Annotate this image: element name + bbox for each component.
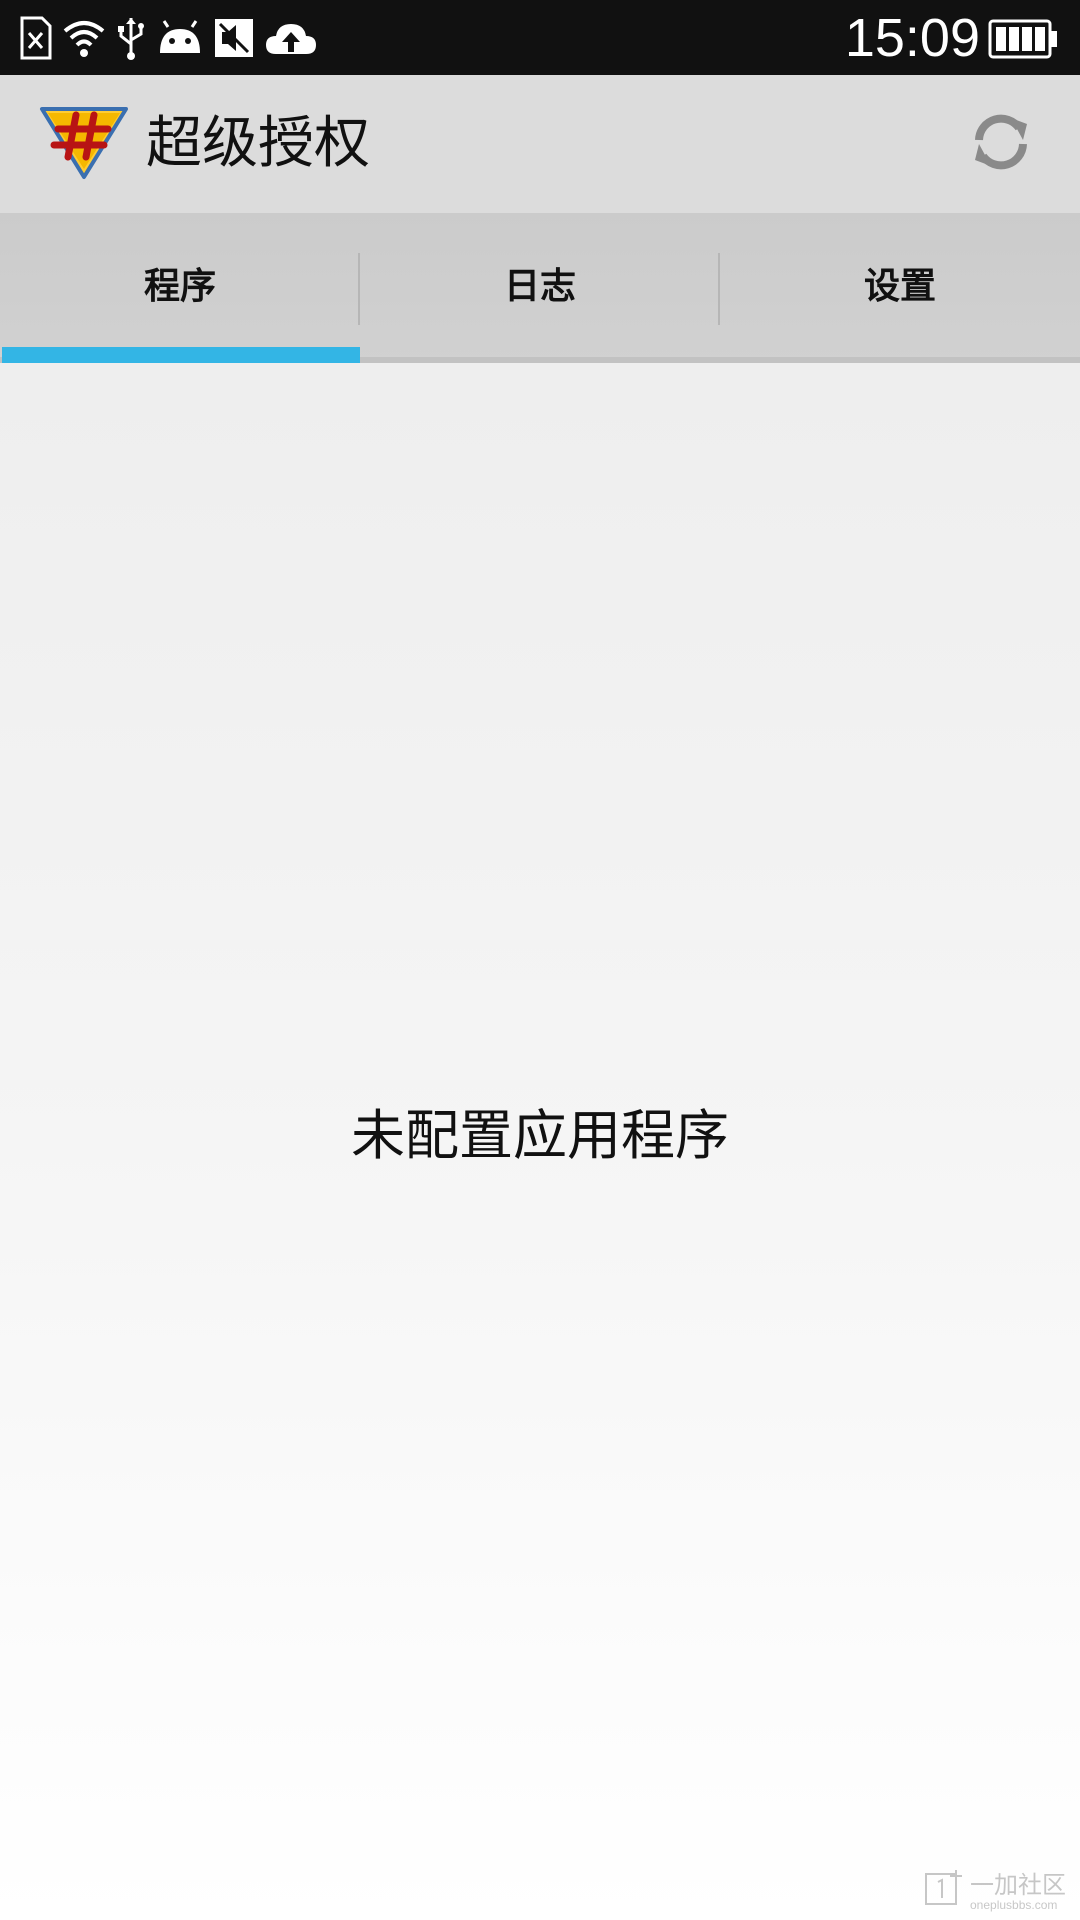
usb-icon <box>116 16 146 60</box>
tab-label: 设置 <box>863 266 936 307</box>
refresh-button[interactable] <box>962 105 1040 183</box>
tab-label: 程序 <box>143 266 216 307</box>
watermark: 一加社区 oneplusbbs.com <box>924 1868 1066 1912</box>
tab-bar: 程序 日志 设置 <box>0 213 1080 363</box>
cloud-upload-icon <box>264 18 318 58</box>
no-sound-icon <box>214 18 254 58</box>
tab-settings[interactable]: 设置 <box>720 213 1080 363</box>
tab-label: 日志 <box>503 266 576 307</box>
status-icons <box>18 12 318 64</box>
tab-selected-indicator <box>2 347 360 363</box>
android-debug-icon <box>156 19 204 57</box>
watermark-text: 一加社区 <box>970 1871 1066 1899</box>
watermark-url: oneplusbbs.com <box>970 1898 1058 1912</box>
sim-error-icon <box>18 16 52 60</box>
app-title: 超级授权 <box>146 111 370 176</box>
empty-state-message: 未配置应用程序 <box>351 1104 729 1167</box>
oneplus-logo-icon <box>924 1868 964 1912</box>
status-bar: 15:09 <box>0 0 1080 75</box>
wifi-icon <box>62 17 106 59</box>
action-bar: 超级授权 <box>0 75 1080 213</box>
refresh-icon <box>965 106 1037 182</box>
tab-logs[interactable]: 日志 <box>360 213 720 363</box>
battery-icon <box>988 19 1060 63</box>
superuser-logo-icon[interactable] <box>38 105 130 185</box>
clock: 15:09 <box>844 8 980 68</box>
tab-programs[interactable]: 程序 <box>0 213 360 363</box>
apps-list-area: 未配置应用程序 <box>0 363 1080 1920</box>
